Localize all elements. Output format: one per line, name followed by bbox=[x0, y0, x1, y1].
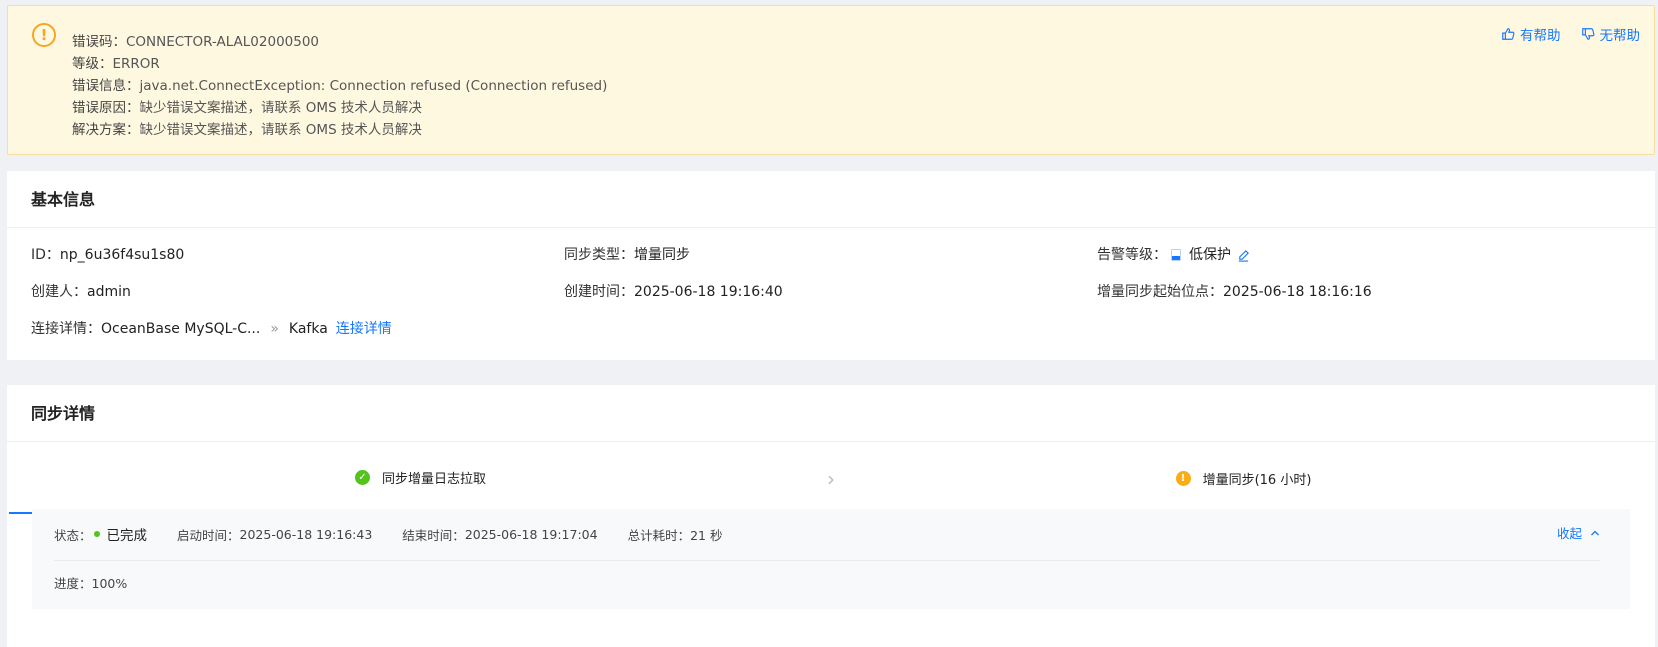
status-field: 状态： 已完成 bbox=[54, 527, 148, 545]
error-details: 错误码：CONNECTOR-ALAL02000500 等级：ERROR 错误信息… bbox=[72, 31, 607, 141]
basic-info-title: 基本信息 bbox=[7, 171, 1655, 228]
progress-field: 进度：100% bbox=[54, 576, 128, 591]
info-row-2: 创建人： admin 创建时间： 2025-06-18 19:16:40 增量同步起… bbox=[31, 281, 1631, 303]
sync-type-field: 同步类型： 增量同步 bbox=[564, 247, 690, 263]
edit-icon[interactable] bbox=[1237, 249, 1250, 262]
duration-field: 总计耗时： 21 秒 bbox=[627, 527, 723, 543]
double-arrow-icon: » bbox=[270, 321, 279, 337]
task-id-field: ID： np_6u36f4su1s80 bbox=[31, 247, 185, 263]
sync-detail-title: 同步详情 bbox=[7, 385, 1655, 442]
thumbs-up-icon bbox=[1502, 28, 1515, 40]
warning-circle-icon: ! bbox=[32, 23, 56, 47]
info-row-1: ID： np_6u36f4su1s80 同步类型： 增量同步 告警等级： 低保护 bbox=[31, 244, 1631, 266]
step-status-row: 状态： 已完成 启动时间： 2025-06-18 19:16:43 结束时间： 20… bbox=[54, 523, 752, 545]
sync-detail-card: 同步详情 ✓ 同步增量日志拉取 › ! 增量同步(16 小时) 状态： 已完成 … bbox=[7, 385, 1655, 647]
task-detail-page: ! 错误码：CONNECTOR-ALAL02000500 等级：ERROR 错误… bbox=[0, 0, 1658, 647]
target-endpoint: Kafka bbox=[288, 321, 328, 337]
basic-info-card: 基本信息 ID： np_6u36f4su1s80 同步类型： 增量同步 告警等级： … bbox=[7, 171, 1655, 360]
check-circle-icon: ✓ bbox=[354, 469, 370, 485]
created-time-field: 创建时间： 2025-06-18 19:16:40 bbox=[564, 284, 783, 300]
incr-start-field: 增量同步起始位点： 2025-06-18 18:16:16 bbox=[1097, 284, 1372, 300]
step-detail-panel: 状态： 已完成 启动时间： 2025-06-18 19:16:43 结束时间： 20… bbox=[32, 509, 1630, 609]
warning-circle-icon: ! bbox=[1175, 470, 1191, 486]
error-message-line: 错误信息：java.net.ConnectException: Connecti… bbox=[72, 78, 608, 94]
error-alert: ! 错误码：CONNECTOR-ALAL02000500 等级：ERROR 错误… bbox=[7, 5, 1655, 155]
step-incr-log-pull[interactable]: ✓ 同步增量日志拉取 bbox=[9, 442, 832, 514]
source-endpoint: OceanBase MySQL-C... bbox=[101, 321, 261, 337]
info-row-3: 连接详情： OceanBase MySQL-C... » Kafka 连接详情 bbox=[31, 318, 1631, 340]
step-incr-sync[interactable]: ! 增量同步(16 小时) bbox=[832, 442, 1655, 514]
connection-details-link[interactable]: 连接详情 bbox=[336, 318, 392, 340]
start-time-field: 启动时间： 2025-06-18 19:16:43 bbox=[177, 526, 373, 543]
thumbs-down-icon bbox=[1581, 28, 1594, 40]
error-cause-line: 错误原因：缺少错误文案描述，请联系 OMS 技术人员解决 bbox=[72, 100, 422, 116]
alert-level-field: 告警等级： 低保护 bbox=[1097, 244, 1630, 266]
sync-steps: ✓ 同步增量日志拉取 › ! 增量同步(16 小时) bbox=[9, 442, 1655, 514]
divider bbox=[54, 560, 1600, 561]
battery-level-icon bbox=[1171, 249, 1181, 261]
error-solution-line: 解决方案：缺少错误文案描述，请联系 OMS 技术人员解决 bbox=[72, 122, 422, 138]
collapse-button[interactable]: 收起 bbox=[1557, 523, 1600, 542]
helpful-button[interactable]: 有帮助 bbox=[1501, 24, 1561, 44]
status-dot bbox=[93, 531, 100, 537]
connection-field: 连接详情： OceanBase MySQL-C... » Kafka 连接详情 bbox=[31, 318, 392, 340]
end-time-field: 结束时间： 2025-06-18 19:17:04 bbox=[402, 526, 598, 543]
not-helpful-button[interactable]: 无帮助 bbox=[1581, 24, 1640, 44]
creator-field: 创建人： admin bbox=[31, 284, 131, 300]
feedback-group: 有帮助 无帮助 bbox=[1501, 24, 1640, 44]
chevron-up-icon bbox=[1591, 530, 1599, 535]
error-code-line: 错误码：CONNECTOR-ALAL02000500 bbox=[72, 34, 320, 50]
error-level-line: 等级：ERROR bbox=[72, 56, 160, 72]
